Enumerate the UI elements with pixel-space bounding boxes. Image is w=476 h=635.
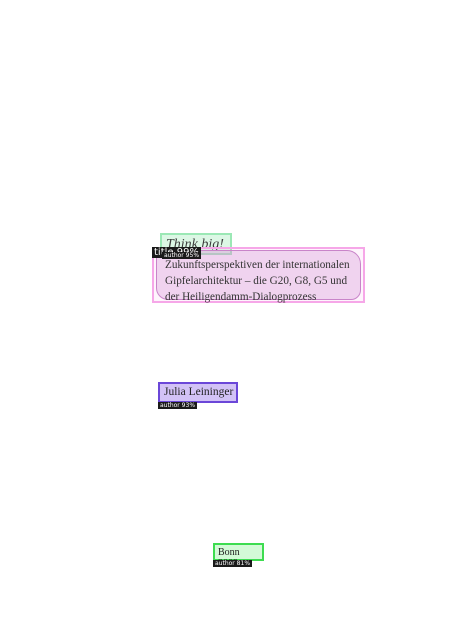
document-author: Julia Leininger [164,386,234,398]
place-label-tag: author 81% [213,560,253,567]
place-year-region: Bonn 2009 [213,543,264,569]
subtitle-line: Gipfelarchitektur – die G20, G8, G5 und [165,275,348,288]
author-region: Julia Leininger [158,382,238,403]
author-label-tag: author 93% [158,402,198,409]
document-subtitle: Zukunftsperspektiven der internationalen… [165,257,370,306]
subtitle-line: der Heiligendamm-Dialogprozess [165,291,317,304]
title-author-label-tag: author 95% [162,252,202,259]
subtitle-line: Zukunftsperspektiven der internationalen [165,259,350,271]
